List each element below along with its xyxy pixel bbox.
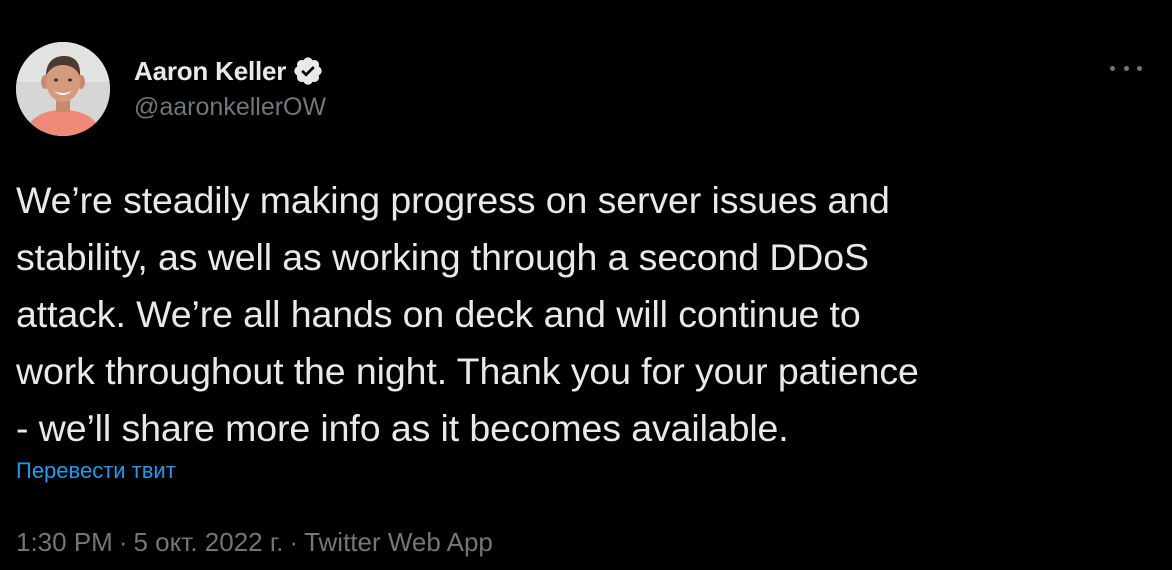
tweet-card: Aaron Keller @aaronkellerOW We’re steadi… [0,0,1172,570]
meta-separator: · [289,527,299,557]
meta-separator: · [118,527,128,557]
tweet-text: We’re steadily making progress on server… [16,172,1166,457]
tweet-text-line: work throughout the night. Thank you for… [16,350,919,392]
tweet-date[interactable]: 5 окт. 2022 г. [134,527,284,557]
tweet-meta: 1:30 PM · 5 окт. 2022 г. · Twitter Web App [16,527,493,558]
tweet-text-line: stability, as well as working through a … [16,236,869,278]
more-options-icon[interactable] [1110,58,1142,78]
tweet-text-line: We’re steadily making progress on server… [16,179,890,221]
name-row: Aaron Keller [134,54,326,88]
dot-icon [1110,65,1115,71]
translate-tweet-link[interactable]: Перевести твит [16,458,176,484]
avatar[interactable] [16,42,110,136]
tweet-source: Twitter Web App [304,527,493,557]
tweet-header: Aaron Keller @aaronkellerOW [134,54,326,122]
profile-photo-icon [16,42,110,136]
tweet-text-line: attack. We’re all hands on deck and will… [16,293,861,335]
verified-badge-icon [292,55,324,87]
display-name[interactable]: Aaron Keller [134,56,286,87]
dot-icon [1137,65,1142,71]
tweet-time[interactable]: 1:30 PM [16,527,113,557]
tweet-text-line: - we’ll share more info as it becomes av… [16,407,789,449]
dot-icon [1123,65,1129,71]
handle[interactable]: @aaronkellerOW [134,93,326,122]
